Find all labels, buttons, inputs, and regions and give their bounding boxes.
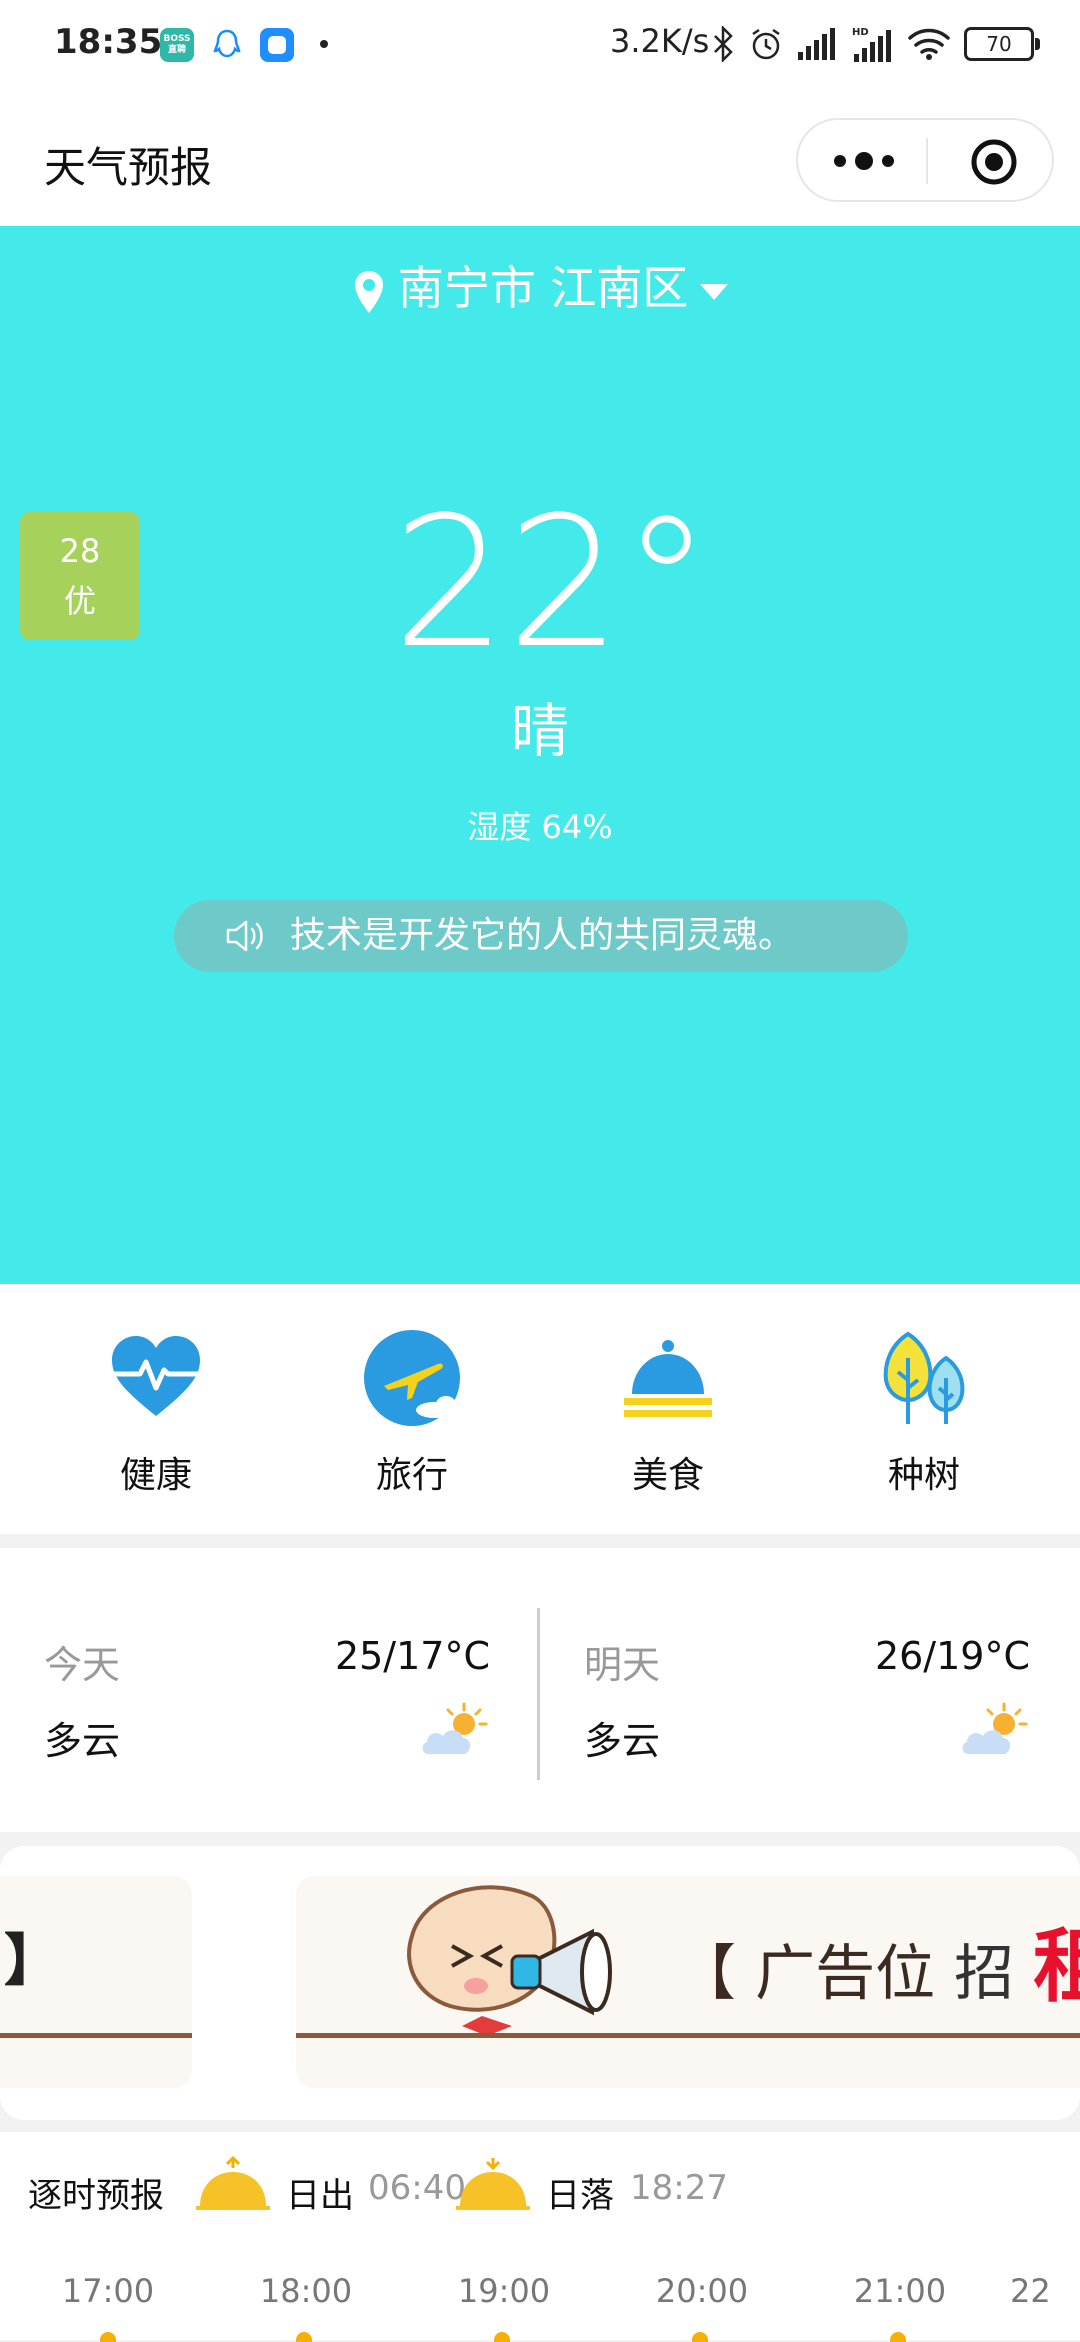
target-circle-icon[interactable]: [970, 138, 1018, 186]
ad-text-zu: 租: [1033, 1920, 1080, 2013]
hourly-timeline[interactable]: 17:00 18:00 19:00 20:00 21:00 22: [0, 2272, 1080, 2322]
sun-icon: [890, 2332, 906, 2342]
daily-forecast: 今天 25/17°C 多云 明天 26/19°C 多云: [0, 1548, 1080, 1832]
more-dots-icon[interactable]: [834, 146, 894, 176]
hour-label: 20:00: [655, 2272, 749, 2310]
ad-banner[interactable]: 【 广告位 招 租: [296, 1876, 1080, 2088]
mascot-megaphone-icon: [407, 1885, 612, 2036]
weather-hero: 南宁市 江南区 28 优 22° 晴 湿度 64% 技术是开发它的人的共同灵魂。: [0, 226, 1080, 1284]
category-label: 旅行: [375, 1455, 448, 1496]
mini-program-capsule: [796, 118, 1054, 202]
partly-cloudy-icon: [422, 1702, 488, 1754]
hour-label: 17:00: [61, 2272, 155, 2310]
bluetooth-icon: [714, 26, 733, 62]
day-name: 今天: [44, 1643, 121, 1687]
category-label: 健康: [119, 1455, 192, 1496]
hour-label: 18:00: [259, 2272, 353, 2310]
hour-label: 22: [1010, 2272, 1051, 2310]
category-label: 美食: [631, 1455, 704, 1496]
boss-app-icon: BOSS 直聘: [160, 28, 194, 62]
status-time: 18:35: [54, 22, 163, 62]
sun-icon: [494, 2332, 510, 2342]
hourly-icons-row: [0, 2332, 1080, 2342]
sun-icon: [296, 2332, 312, 2342]
category-trees[interactable]: 种树: [844, 1328, 1004, 1498]
qq-icon: [210, 28, 244, 62]
nav-bar: 天气预报: [0, 92, 1080, 226]
page-title: 天气预报: [44, 143, 213, 192]
location-selector[interactable]: 南宁市 江南区: [0, 252, 1080, 318]
day-condition: 多云: [44, 1719, 121, 1763]
battery-icon: 70: [964, 27, 1040, 61]
hd-signal-icon: HD: [852, 27, 891, 62]
system-icons: HD 70: [712, 24, 1040, 64]
humidity: 湿度 64%: [467, 808, 613, 846]
food-cloche-icon: [624, 1340, 712, 1417]
network-speed: 3.2K/s: [610, 22, 710, 60]
sun-icon: [692, 2332, 708, 2342]
hourly-title: 逐时预报: [28, 2176, 164, 2216]
ad-underline: [296, 2033, 1080, 2038]
forecast-tomorrow[interactable]: 明天 26/19°C 多云: [540, 1548, 1080, 1832]
hour-label: 19:00: [457, 2272, 551, 2310]
ad-banner-previous[interactable]: 】: [0, 1876, 192, 2088]
ad-text: 广告位: [755, 1939, 936, 2009]
status-bar: 18:35 BOSS 直聘 3.2K/s HD 70: [0, 0, 1080, 92]
partly-cloudy-icon: [962, 1702, 1028, 1754]
forecast-today[interactable]: 今天 25/17°C 多云: [0, 1548, 540, 1832]
chevron-down-icon: [700, 283, 729, 300]
speaker-icon: [226, 920, 263, 952]
message-app-icon: [260, 28, 294, 62]
current-temperature: 22°: [392, 479, 712, 688]
heart-pulse-icon: [112, 1336, 200, 1416]
ad-underline: [0, 2033, 192, 2038]
ad-bracket: 】: [4, 1929, 60, 1994]
notice-text: 技术是开发它的人的共同灵魂。: [290, 915, 795, 956]
signal-icon: [798, 28, 835, 60]
category-health[interactable]: 健康: [76, 1328, 236, 1498]
svg-text:HD: HD: [852, 27, 869, 38]
sunrise-time: 06:40: [368, 2168, 466, 2208]
current-condition: 晴: [510, 697, 569, 765]
notice-bar[interactable]: 技术是开发它的人的共同灵魂。: [174, 900, 908, 972]
temp-range: 26/19°C: [874, 1634, 1030, 1678]
hour-label: 21:00: [853, 2272, 947, 2310]
temp-range: 25/17°C: [334, 1634, 490, 1678]
ad-bracket: 【: [676, 1939, 736, 2009]
category-label: 种树: [887, 1455, 960, 1496]
day-condition: 多云: [584, 1719, 661, 1763]
airplane-icon: [364, 1330, 460, 1426]
ad-headline: 【 广告位 招 租: [676, 1902, 1080, 2018]
category-food[interactable]: 美食: [588, 1328, 748, 1498]
day-name: 明天: [584, 1643, 661, 1687]
capsule-divider: [926, 138, 928, 184]
hourly-forecast: 逐时预报 日出 06:40 日落 18:27 17:00 18:00 19:00…: [0, 2132, 1080, 2342]
sunset-icon: [456, 2158, 530, 2210]
alarm-icon: [752, 28, 780, 60]
ad-text-zhao: 招: [954, 1939, 1015, 2009]
sunrise-label: 日出: [286, 2176, 354, 2216]
sun-icon: [100, 2332, 116, 2342]
notification-dot-icon: [320, 40, 328, 48]
ad-carousel: 】 【 广告位 招 租: [0, 1846, 1080, 2120]
sunrise-icon: [196, 2156, 270, 2210]
location-name: 南宁市 江南区: [397, 261, 689, 315]
location-pin-icon: [354, 270, 383, 313]
sunset-time: 18:27: [630, 2168, 728, 2208]
trees-icon: [883, 1331, 965, 1424]
category-travel[interactable]: 旅行: [332, 1328, 492, 1498]
category-grid: 健康 旅行 美食 种树: [0, 1284, 1080, 1534]
sunset-label: 日落: [546, 2176, 614, 2216]
wifi-icon: [908, 28, 950, 60]
